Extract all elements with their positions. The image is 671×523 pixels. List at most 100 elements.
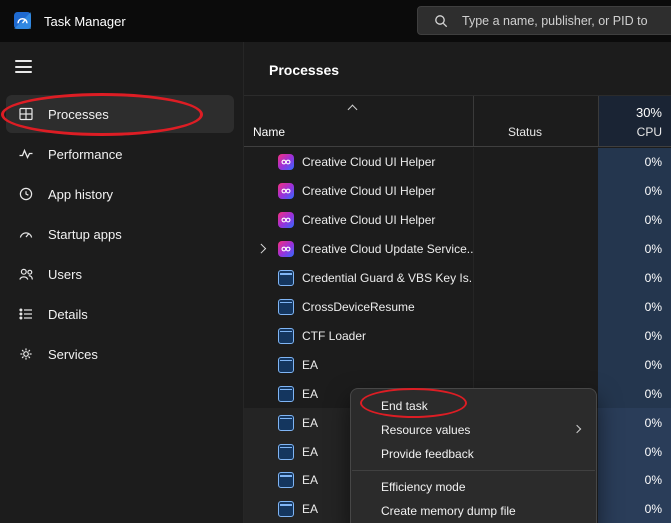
name-cell: Creative Cloud UI Helper bbox=[244, 206, 473, 235]
startup-gauge-icon bbox=[18, 226, 34, 242]
name-cell: CrossDeviceResume bbox=[244, 293, 473, 322]
page-title: Processes bbox=[269, 62, 339, 78]
menu-item-provide-feedback[interactable]: Provide feedback bbox=[351, 442, 596, 466]
sidebar: Processes Performance App history Startu… bbox=[0, 42, 243, 523]
menu-item-resource-values[interactable]: Resource values bbox=[351, 418, 596, 442]
status-cell bbox=[473, 206, 598, 235]
sidebar-item-performance[interactable]: Performance bbox=[6, 135, 234, 173]
cpu-total-usage: 30% bbox=[636, 105, 662, 120]
creative-cloud-icon bbox=[278, 212, 294, 228]
window-title: Task Manager bbox=[44, 14, 126, 29]
process-name: EA bbox=[302, 502, 318, 516]
performance-pulse-icon bbox=[18, 146, 34, 162]
app-window-icon bbox=[278, 472, 294, 488]
services-gear-icon bbox=[18, 346, 34, 362]
search-input[interactable] bbox=[417, 6, 671, 35]
app-window-icon bbox=[278, 299, 294, 315]
cpu-cell: 0% bbox=[598, 235, 671, 264]
creative-cloud-icon bbox=[278, 154, 294, 170]
cpu-cell: 0% bbox=[598, 379, 671, 408]
app-window-icon bbox=[278, 270, 294, 286]
sidebar-item-label: Processes bbox=[48, 107, 109, 122]
app-window-icon bbox=[278, 386, 294, 402]
processes-grid-icon bbox=[18, 106, 34, 122]
process-name: Credential Guard & VBS Key Is... bbox=[302, 271, 473, 285]
search-icon bbox=[434, 14, 448, 33]
table-row[interactable]: CrossDeviceResume 0% bbox=[244, 293, 671, 322]
table-row[interactable]: Creative Cloud Update Service... 0% bbox=[244, 235, 671, 264]
status-cell bbox=[473, 235, 598, 264]
name-cell: EA bbox=[244, 350, 473, 379]
status-cell bbox=[473, 350, 598, 379]
process-name: CrossDeviceResume bbox=[302, 300, 415, 314]
process-name: CTF Loader bbox=[302, 329, 366, 343]
process-name: EA bbox=[302, 473, 318, 487]
task-manager-window: Task Manager Processes Performance App h… bbox=[0, 0, 671, 523]
cpu-cell: 0% bbox=[598, 321, 671, 350]
cpu-cell: 0% bbox=[598, 148, 671, 177]
cpu-cell: 0% bbox=[598, 177, 671, 206]
menu-separator bbox=[352, 470, 595, 471]
hamburger-menu-icon[interactable] bbox=[15, 60, 32, 77]
process-name: EA bbox=[302, 387, 318, 401]
status-cell bbox=[473, 321, 598, 350]
creative-cloud-icon bbox=[278, 241, 294, 257]
cpu-cell: 0% bbox=[598, 293, 671, 322]
sidebar-item-app-history[interactable]: App history bbox=[6, 175, 234, 213]
sidebar-item-details[interactable]: Details bbox=[6, 295, 234, 333]
table-row[interactable]: Creative Cloud UI Helper 0% bbox=[244, 177, 671, 206]
status-cell bbox=[473, 264, 598, 293]
creative-cloud-icon bbox=[278, 183, 294, 199]
cpu-cell: 0% bbox=[598, 495, 671, 523]
submenu-chevron-icon bbox=[573, 425, 581, 433]
process-name: Creative Cloud UI Helper bbox=[302, 155, 435, 169]
column-header-name[interactable]: Name bbox=[244, 96, 473, 146]
sidebar-item-label: Details bbox=[48, 307, 88, 322]
name-cell: Creative Cloud UI Helper bbox=[244, 148, 473, 177]
menu-item-create-memory-dump[interactable]: Create memory dump file bbox=[351, 499, 596, 523]
name-cell: Credential Guard & VBS Key Is... bbox=[244, 264, 473, 293]
column-header-cpu[interactable]: 30% CPU bbox=[598, 96, 671, 146]
table-header: Name Status 30% CPU bbox=[244, 95, 671, 147]
app-window-icon bbox=[278, 444, 294, 460]
details-list-icon bbox=[18, 306, 34, 322]
sidebar-item-services[interactable]: Services bbox=[6, 335, 234, 373]
column-header-status[interactable]: Status bbox=[473, 96, 598, 146]
menu-item-efficiency-mode[interactable]: Efficiency mode bbox=[351, 475, 596, 499]
cpu-cell: 0% bbox=[598, 408, 671, 437]
cpu-cell: 0% bbox=[598, 437, 671, 466]
table-row[interactable]: EA 0% bbox=[244, 350, 671, 379]
process-name: EA bbox=[302, 358, 318, 372]
cpu-cell: 0% bbox=[598, 466, 671, 495]
context-menu: End task Resource values Provide feedbac… bbox=[350, 388, 597, 523]
users-people-icon bbox=[18, 266, 34, 282]
table-row[interactable]: Creative Cloud UI Helper 0% bbox=[244, 148, 671, 177]
sidebar-item-processes[interactable]: Processes bbox=[6, 95, 234, 133]
table-row[interactable]: Creative Cloud UI Helper 0% bbox=[244, 206, 671, 235]
sidebar-item-startup-apps[interactable]: Startup apps bbox=[6, 215, 234, 253]
sidebar-item-users[interactable]: Users bbox=[6, 255, 234, 293]
search-box bbox=[417, 6, 671, 35]
process-name: EA bbox=[302, 445, 318, 459]
menu-item-end-task[interactable]: End task bbox=[351, 394, 596, 418]
status-cell bbox=[473, 293, 598, 322]
app-window-icon bbox=[278, 357, 294, 373]
name-cell: Creative Cloud Update Service... bbox=[244, 235, 473, 264]
table-row[interactable]: Credential Guard & VBS Key Is... 0% bbox=[244, 264, 671, 293]
sidebar-item-label: Users bbox=[48, 267, 82, 282]
sort-ascending-icon bbox=[348, 105, 358, 115]
process-name: Creative Cloud UI Helper bbox=[302, 184, 435, 198]
sidebar-item-label: Performance bbox=[48, 147, 122, 162]
cpu-cell: 0% bbox=[598, 206, 671, 235]
status-cell bbox=[473, 148, 598, 177]
table-row[interactable]: CTF Loader 0% bbox=[244, 321, 671, 350]
cpu-cell: 0% bbox=[598, 264, 671, 293]
process-name: Creative Cloud UI Helper bbox=[302, 213, 435, 227]
name-cell: CTF Loader bbox=[244, 321, 473, 350]
sidebar-item-label: Startup apps bbox=[48, 227, 122, 242]
app-window-icon bbox=[278, 328, 294, 344]
process-name: Creative Cloud Update Service... bbox=[302, 242, 473, 256]
cpu-cell: 0% bbox=[598, 350, 671, 379]
process-name: EA bbox=[302, 416, 318, 430]
sidebar-item-label: Services bbox=[48, 347, 98, 362]
